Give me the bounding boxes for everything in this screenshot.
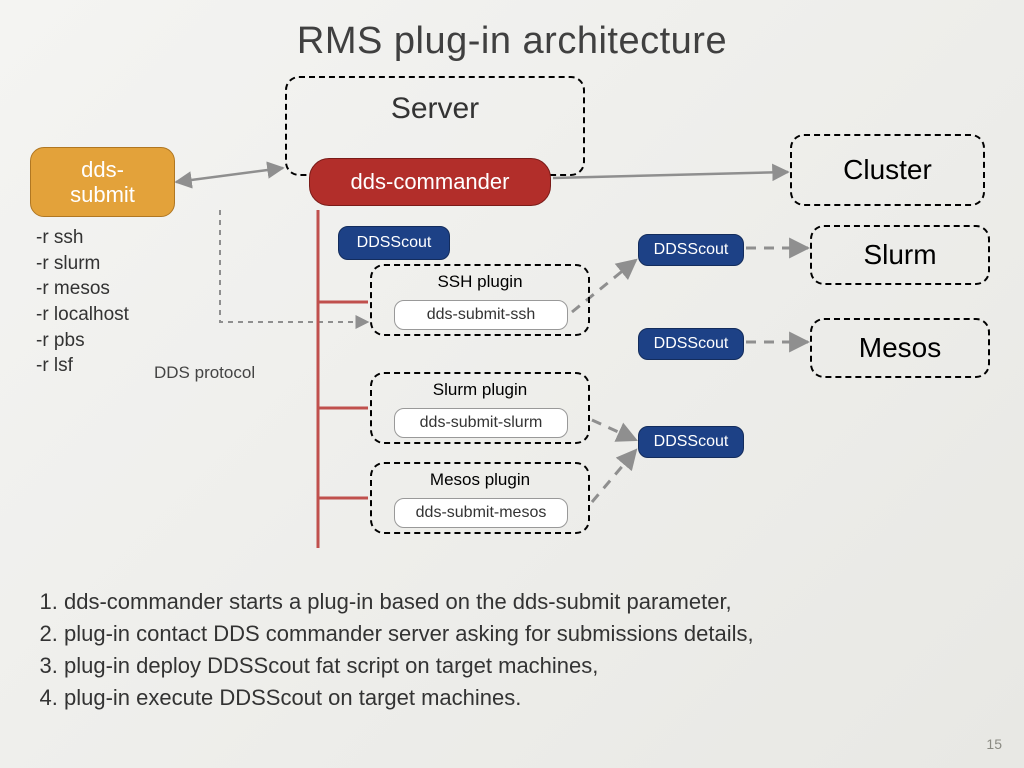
step-item: plug-in deploy DDSScout fat script on ta…	[64, 650, 988, 682]
slurm-label: Slurm	[863, 239, 936, 271]
ddsscout-remote-2: DDSScout	[638, 328, 744, 360]
step-item: dds-commander starts a plug-in based on …	[64, 586, 988, 618]
mesos-box: Mesos	[810, 318, 990, 378]
ddsscout-remote-3: DDSScout	[638, 426, 744, 458]
dds-commander-node: dds-commander	[309, 158, 551, 206]
slurm-plugin-title: Slurm plugin	[372, 380, 588, 400]
dds-commander-label: dds-commander	[351, 169, 510, 195]
mesos-plugin-box: Mesos plugin dds-submit-mesos	[370, 462, 590, 534]
mesos-submit-pill: dds-submit-mesos	[394, 498, 568, 528]
ssh-submit-pill: dds-submit-ssh	[394, 300, 568, 330]
ddsscout-remote-1: DDSScout	[638, 234, 744, 266]
rms-opt: -r localhost	[36, 302, 129, 328]
rms-options-list: -r ssh -r slurm -r mesos -r localhost -r…	[36, 225, 129, 379]
rms-opt: -r mesos	[36, 276, 129, 302]
rms-opt: -r ssh	[36, 225, 129, 251]
steps-list: dds-commander starts a plug-in based on …	[30, 586, 988, 714]
ssh-plugin-title: SSH plugin	[372, 272, 588, 292]
dds-submit-label: dds- submit	[70, 157, 135, 208]
ddsscout-server: DDSScout	[338, 226, 450, 260]
server-label: Server	[287, 92, 583, 126]
dds-submit-node: dds- submit	[30, 147, 175, 217]
ssh-plugin-box: SSH plugin dds-submit-ssh	[370, 264, 590, 336]
slurm-plugin-box: Slurm plugin dds-submit-slurm	[370, 372, 590, 444]
page-number: 15	[986, 736, 1002, 752]
cluster-label: Cluster	[843, 154, 932, 186]
rms-opt: -r pbs	[36, 328, 129, 354]
slurm-box: Slurm	[810, 225, 990, 285]
rms-opt: -r slurm	[36, 251, 129, 277]
cluster-box: Cluster	[790, 134, 985, 206]
step-item: plug-in execute DDSScout on target machi…	[64, 682, 988, 714]
dds-protocol-label: DDS protocol	[154, 363, 255, 383]
slurm-submit-pill: dds-submit-slurm	[394, 408, 568, 438]
mesos-label: Mesos	[859, 332, 941, 364]
rms-opt: -r lsf	[36, 353, 129, 379]
step-item: plug-in contact DDS commander server ask…	[64, 618, 988, 650]
mesos-plugin-title: Mesos plugin	[372, 470, 588, 490]
